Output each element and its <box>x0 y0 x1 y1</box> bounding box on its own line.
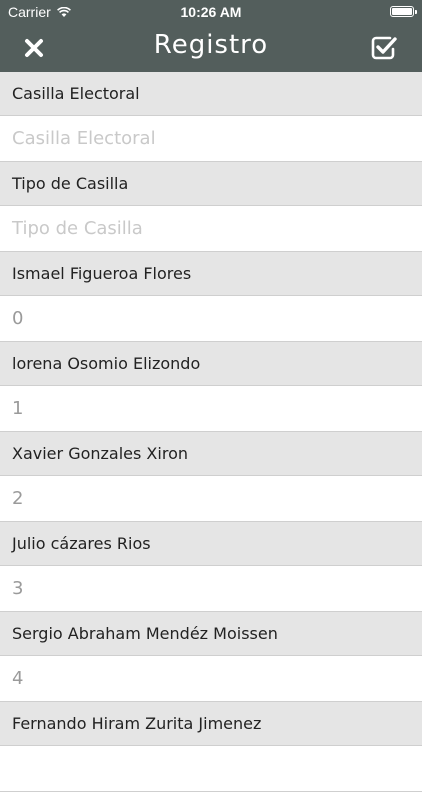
navigation-bar: Registro <box>0 24 422 72</box>
field-label-candidate-3: Xavier Gonzales Xiron <box>0 432 422 476</box>
casilla-electoral-input[interactable]: Casilla Electoral <box>0 116 422 162</box>
field-label-candidate-5: Sergio Abraham Mendéz Moissen <box>0 612 422 656</box>
status-time: 10:26 AM <box>180 4 242 20</box>
vote-count-input-candidate-3[interactable]: 2 <box>0 476 422 522</box>
registration-form: Casilla Electoral Casilla Electoral Tipo… <box>0 72 422 792</box>
field-label-candidate-2: lorena Osomio Elizondo <box>0 342 422 386</box>
vote-count-input-candidate-5[interactable]: 4 <box>0 656 422 702</box>
field-label-casilla-electoral: Casilla Electoral <box>0 72 422 116</box>
vote-count-input-candidate-4[interactable]: 3 <box>0 566 422 612</box>
page-title: Registro <box>153 30 269 60</box>
field-label-tipo-de-casilla: Tipo de Casilla <box>0 162 422 206</box>
vote-count-input-candidate-6[interactable] <box>0 746 422 792</box>
checkbox-checked-icon <box>371 36 397 60</box>
field-label-candidate-6: Fernando Hiram Zurita Jimenez <box>0 702 422 746</box>
field-label-candidate-4: Julio cázares Rios <box>0 522 422 566</box>
confirm-button[interactable] <box>370 34 398 62</box>
vote-count-input-candidate-2[interactable]: 1 <box>0 386 422 432</box>
battery-icon <box>390 6 417 17</box>
tipo-de-casilla-input[interactable]: Tipo de Casilla <box>0 206 422 252</box>
vote-count-input-candidate-1[interactable]: 0 <box>0 296 422 342</box>
field-label-candidate-1: Ismael Figueroa Flores <box>0 252 422 296</box>
status-bar: Carrier 10:26 AM <box>0 0 422 24</box>
